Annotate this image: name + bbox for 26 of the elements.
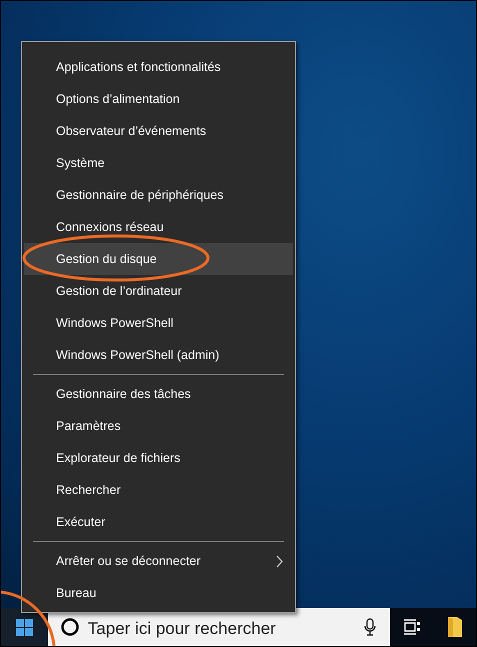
menu-item[interactable]: Applications et fonctionnalités (24, 51, 293, 83)
menu-item[interactable]: Rechercher (24, 474, 293, 506)
start-button[interactable] (1, 608, 48, 646)
search-input[interactable]: Taper ici pour rechercher (88, 618, 356, 640)
menu-item[interactable]: Connexions réseau (24, 211, 293, 243)
menu-item[interactable]: Explorateur de fichiers (24, 442, 293, 474)
highlight-arc (1, 590, 56, 646)
menu-item[interactable]: Arrêter ou se déconnecter (24, 545, 293, 577)
menu-item[interactable]: Observateur d’événements (24, 115, 293, 147)
folder-icon (448, 617, 462, 637)
menu-item[interactable]: Gestion de l’ordinateur (24, 275, 293, 307)
microphone-icon[interactable] (364, 618, 376, 636)
menu-item[interactable]: Exécuter (24, 506, 293, 538)
menu-item[interactable]: Gestionnaire des tâches (24, 378, 293, 410)
menu-item[interactable]: Paramètres (24, 410, 293, 442)
menu-item[interactable]: Windows PowerShell (24, 307, 293, 339)
menu-item[interactable]: Gestionnaire de périphériques (24, 179, 293, 211)
menu-item[interactable]: Gestion du disque (24, 243, 293, 275)
task-view-icon (402, 619, 421, 635)
windows-logo-icon (16, 618, 33, 636)
menu-item[interactable]: Windows PowerShell (admin) (24, 339, 293, 371)
search-bar[interactable]: Taper ici pour rechercher (48, 608, 390, 646)
menu-item[interactable]: Bureau (24, 577, 293, 609)
menu-item[interactable]: Options d’alimentation (24, 83, 293, 115)
menu-item[interactable]: Système (24, 147, 293, 179)
circle-icon (60, 618, 79, 636)
